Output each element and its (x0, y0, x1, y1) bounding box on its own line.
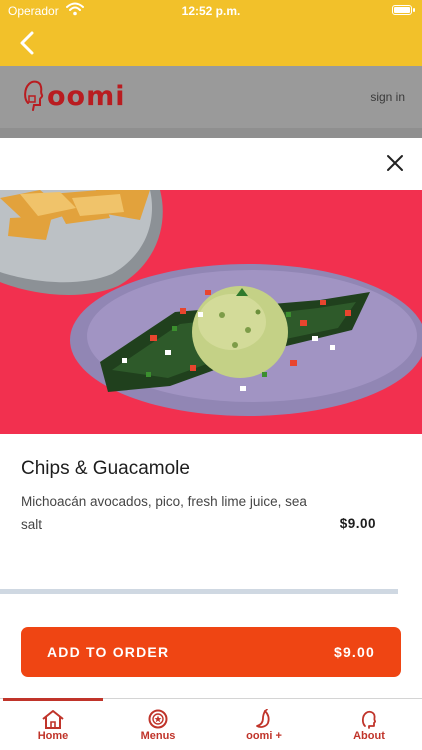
section-divider (0, 589, 398, 594)
oomi-logo[interactable]: oomi (24, 78, 126, 114)
battery-icon (392, 5, 415, 15)
chevron-left-icon[interactable] (14, 28, 44, 58)
active-tab-indicator (3, 698, 103, 701)
item-price: $9.00 (339, 516, 376, 531)
close-icon[interactable] (384, 152, 406, 174)
item-description: Michoacán avocados, pico, fresh lime jui… (21, 494, 307, 532)
item-name: Chips & Guacamole (21, 458, 190, 479)
add-to-order-button[interactable]: ADD TO ORDER $9.00 (21, 627, 401, 677)
backdrop-overlay (0, 128, 422, 138)
tab-menus[interactable]: Menus (118, 709, 198, 742)
add-to-order-label: ADD TO ORDER (47, 644, 170, 660)
logo-text: oomi (47, 80, 126, 112)
menu-badge-icon (148, 709, 168, 729)
tab-label-menus: Menus (140, 730, 176, 742)
logo-head-icon (24, 80, 44, 111)
home-icon (42, 710, 64, 729)
tab-bar: Home Menus oomi + About (0, 698, 422, 750)
status-bar: Operador 12:52 p.m. (0, 0, 422, 22)
tab-home[interactable]: Home (13, 709, 93, 742)
tab-oomi-plus[interactable]: oomi + (224, 709, 304, 742)
chili-icon (256, 709, 270, 728)
tab-label-home: Home (37, 730, 69, 742)
item-detail-modal: Chips & Guacamole Michoacán avocados, pi… (0, 138, 422, 698)
item-photo (0, 190, 422, 434)
status-time: 12:52 p.m. (181, 4, 241, 18)
tab-label-oomi-plus: oomi + (246, 730, 282, 742)
tab-about[interactable]: About (329, 709, 409, 742)
nav-bar (0, 22, 422, 66)
tab-label-about: About (353, 730, 385, 742)
add-to-order-price: $9.00 (333, 644, 375, 660)
sign-in-link[interactable]: sign in (370, 90, 405, 104)
head-icon (361, 710, 376, 729)
app-header: oomi sign in (0, 66, 422, 128)
